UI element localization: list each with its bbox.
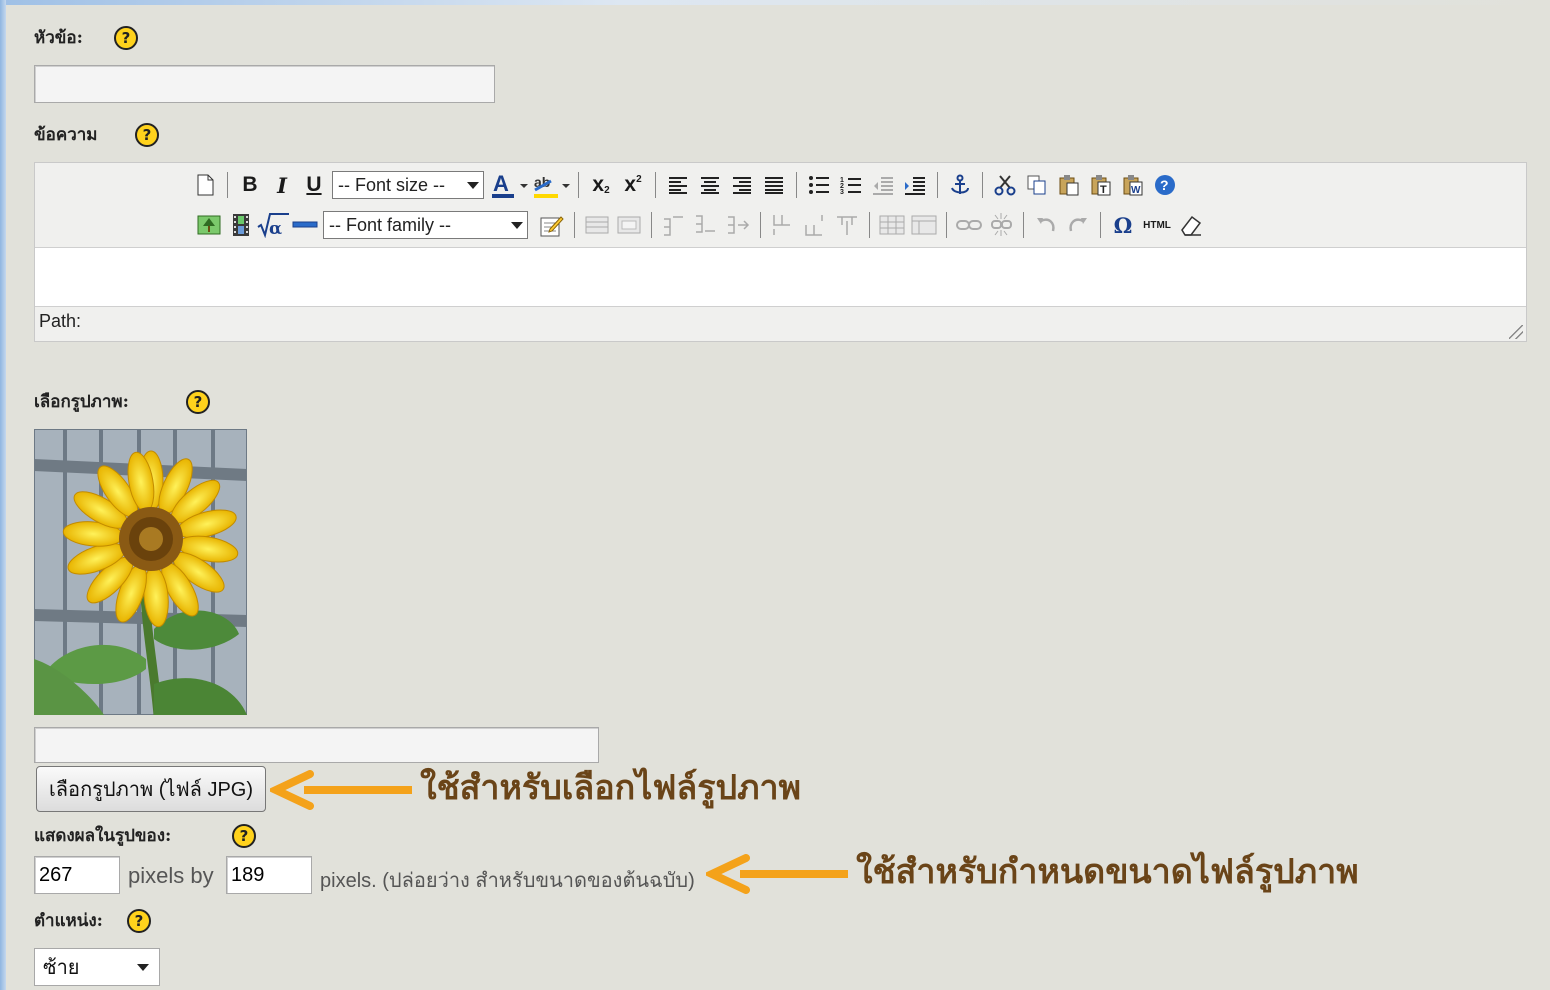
font-color-icon[interactable]: A — [488, 169, 530, 201]
table-icon[interactable] — [876, 209, 908, 241]
horizontal-rule-icon[interactable] — [289, 209, 321, 241]
link-icon[interactable] — [953, 209, 985, 241]
insert-col-after-icon[interactable] — [799, 209, 831, 241]
underline-button[interactable]: U — [298, 169, 330, 201]
display-size-label: แสดงผลในรูปของ: — [34, 826, 172, 846]
new-document-icon[interactable] — [189, 169, 221, 201]
position-help-icon[interactable]: ? — [127, 909, 151, 933]
image-icon[interactable] — [193, 209, 225, 241]
cleanup-eraser-icon[interactable] — [1175, 209, 1207, 241]
delete-row-icon[interactable] — [722, 209, 754, 241]
math-icon[interactable]: α — [257, 209, 289, 241]
chevron-down-icon — [511, 221, 523, 229]
annotation-arrow-2 — [706, 854, 848, 894]
position-label: ตำแหน่ง: — [34, 911, 103, 931]
bold-button[interactable]: B — [234, 169, 266, 201]
message-label: ข้อความ — [34, 125, 98, 145]
choose-image-help-icon[interactable]: ? — [186, 390, 210, 414]
height-input[interactable] — [226, 856, 312, 894]
title-input[interactable] — [34, 65, 495, 103]
edit-icon[interactable] — [536, 209, 568, 241]
unlink-icon[interactable] — [985, 209, 1017, 241]
insert-col-before-icon[interactable] — [767, 209, 799, 241]
chevron-down-icon — [467, 181, 479, 189]
html-source-icon[interactable]: HTML — [1139, 209, 1175, 241]
message-help-icon[interactable]: ? — [135, 123, 159, 147]
pixels-by-label: pixels by — [128, 863, 214, 888]
position-select-value: ซ้าย — [43, 955, 80, 979]
svg-text:3: 3 — [840, 189, 844, 195]
anchor-icon[interactable] — [944, 169, 976, 201]
width-input[interactable] — [34, 856, 120, 894]
svg-text:T: T — [1100, 184, 1107, 196]
font-size-select[interactable]: -- Font size -- — [332, 171, 484, 199]
svg-text:?: ? — [1160, 177, 1169, 193]
delete-col-icon[interactable] — [831, 209, 863, 241]
italic-button[interactable]: I — [266, 169, 298, 201]
chevron-down-icon — [137, 963, 149, 971]
insert-row-after-icon[interactable] — [690, 209, 722, 241]
undo-icon[interactable] — [1030, 209, 1062, 241]
outdent-icon[interactable] — [867, 169, 899, 201]
window-top-edge — [0, 0, 1550, 5]
table-row-after-icon[interactable] — [613, 209, 645, 241]
svg-text:A: A — [493, 171, 509, 196]
subscript-button[interactable]: x2 — [585, 169, 617, 201]
display-size-help-icon[interactable]: ? — [232, 824, 256, 848]
choose-image-label: เลือกรูปภาพ: — [34, 392, 129, 412]
resize-grip-icon[interactable] — [1509, 325, 1523, 339]
align-right-icon[interactable] — [726, 169, 758, 201]
media-icon[interactable] — [225, 209, 257, 241]
annotation-size: ใช้สำหรับกำหนดขนาดไฟล์รูปภาพ — [856, 852, 1359, 892]
highlight-color-icon[interactable]: ab — [530, 169, 572, 201]
align-justify-icon[interactable] — [758, 169, 790, 201]
svg-text:W: W — [1131, 185, 1141, 196]
toolbar-row-2: α -- Font family -- Ω HTML — [193, 209, 1207, 241]
image-preview — [34, 429, 247, 715]
numbered-list-icon[interactable]: 123 — [835, 169, 867, 201]
superscript-button[interactable]: x2 — [617, 169, 649, 201]
image-path-input[interactable] — [34, 727, 599, 763]
editor-content-area[interactable] — [35, 247, 1526, 307]
special-char-icon[interactable]: Ω — [1107, 209, 1139, 241]
align-left-icon[interactable] — [662, 169, 694, 201]
paste-icon[interactable] — [1053, 169, 1085, 201]
indent-icon[interactable] — [899, 169, 931, 201]
paste-word-icon[interactable]: W — [1117, 169, 1149, 201]
insert-row-before-icon[interactable] — [658, 209, 690, 241]
position-select[interactable]: ซ้าย — [34, 948, 160, 986]
choose-image-button[interactable]: เลือกรูปภาพ (ไฟล์ JPG) — [36, 766, 266, 812]
help-icon[interactable]: ? — [1149, 169, 1181, 201]
annotation-arrow-1 — [270, 770, 412, 810]
title-help-icon[interactable]: ? — [114, 26, 138, 50]
cut-icon[interactable] — [989, 169, 1021, 201]
copy-icon[interactable] — [1021, 169, 1053, 201]
pixels-note: pixels. (ปล่อยว่าง สำหรับขนาดของต้นฉบับ) — [320, 870, 695, 892]
align-center-icon[interactable] — [694, 169, 726, 201]
paste-text-icon[interactable]: T — [1085, 169, 1117, 201]
table-props-icon[interactable] — [908, 209, 940, 241]
toolbar-row-1: B I U -- Font size -- A ab x2 x2 123 T W — [189, 169, 1181, 201]
font-family-select[interactable]: -- Font family -- — [323, 211, 528, 239]
window-left-edge — [0, 0, 6, 990]
svg-text:α: α — [269, 219, 282, 238]
rich-text-editor: B I U -- Font size -- A ab x2 x2 123 T W — [34, 162, 1527, 342]
table-row-before-icon[interactable] — [581, 209, 613, 241]
bullet-list-icon[interactable] — [803, 169, 835, 201]
redo-icon[interactable] — [1062, 209, 1094, 241]
editor-path-label: Path: — [39, 311, 82, 331]
annotation-choose-image: ใช้สำหรับเลือกไฟล์รูปภาพ — [420, 768, 802, 808]
title-label: หัวข้อ: — [34, 28, 83, 48]
